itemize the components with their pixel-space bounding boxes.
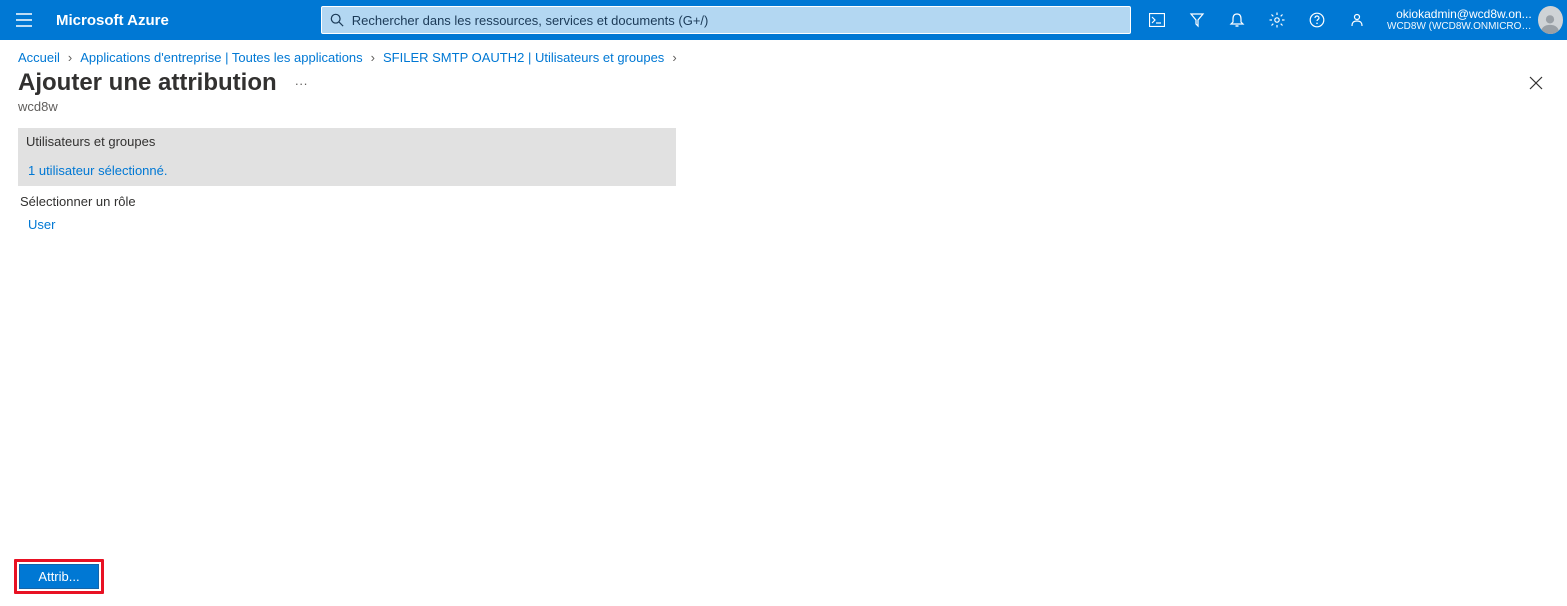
global-search-input[interactable] [352,13,1122,28]
cloud-shell-icon[interactable] [1137,0,1177,40]
page-subtitle: wcd8w [0,97,1567,128]
breadcrumb: Accueil › Applications d'entreprise | To… [0,40,1567,69]
users-groups-value[interactable]: 1 utilisateur sélectionné. [28,163,167,178]
page-header: Ajouter une attribution ··· [0,69,1567,97]
account-text: okiokadmin@wcd8w.on... WCD8W (WCD8W.ONMI… [1387,8,1532,32]
global-search[interactable] [321,6,1131,34]
hamburger-menu-icon[interactable] [0,0,48,40]
page-title: Ajouter une attribution [18,69,277,97]
account-menu[interactable]: okiokadmin@wcd8w.on... WCD8W (WCD8W.ONMI… [1377,6,1567,34]
close-icon[interactable] [1523,70,1549,96]
select-role-label: Sélectionner un rôle [18,186,676,213]
breadcrumb-app-users-groups[interactable]: SFILER SMTP OAUTH2 | Utilisateurs et gro… [383,50,664,65]
chevron-right-icon: › [68,50,72,65]
users-groups-label: Utilisateurs et groupes [18,128,676,155]
account-email: okiokadmin@wcd8w.on... [1387,8,1532,21]
users-groups-selector[interactable]: 1 utilisateur sélectionné. [18,155,676,186]
role-value[interactable]: User [28,217,55,232]
help-icon[interactable] [1297,0,1337,40]
assign-button[interactable]: Attrib... [19,564,99,589]
directories-filter-icon[interactable] [1177,0,1217,40]
search-wrap [321,6,1131,34]
chevron-right-icon: › [371,50,375,65]
brand-label[interactable]: Microsoft Azure [48,12,181,29]
more-actions-icon[interactable]: ··· [291,72,312,95]
top-bar: Microsoft Azure okiokadmin@wcd8w.on... W… [0,0,1567,40]
content-area: Utilisateurs et groupes 1 utilisateur sé… [0,128,1567,549]
footer-bar: Attrib... [0,549,1567,606]
notifications-icon[interactable] [1217,0,1257,40]
avatar [1538,6,1563,34]
feedback-icon[interactable] [1337,0,1377,40]
role-selector[interactable]: User [18,213,676,236]
chevron-right-icon: › [672,50,676,65]
highlighted-action: Attrib... [14,559,104,594]
breadcrumb-home[interactable]: Accueil [18,50,60,65]
assignment-panel: Utilisateurs et groupes 1 utilisateur sé… [18,128,676,236]
settings-gear-icon[interactable] [1257,0,1297,40]
search-icon [330,13,344,27]
breadcrumb-enterprise-apps[interactable]: Applications d'entreprise | Toutes les a… [80,50,362,65]
account-tenant: WCD8W (WCD8W.ONMICROSOF... [1387,21,1532,32]
